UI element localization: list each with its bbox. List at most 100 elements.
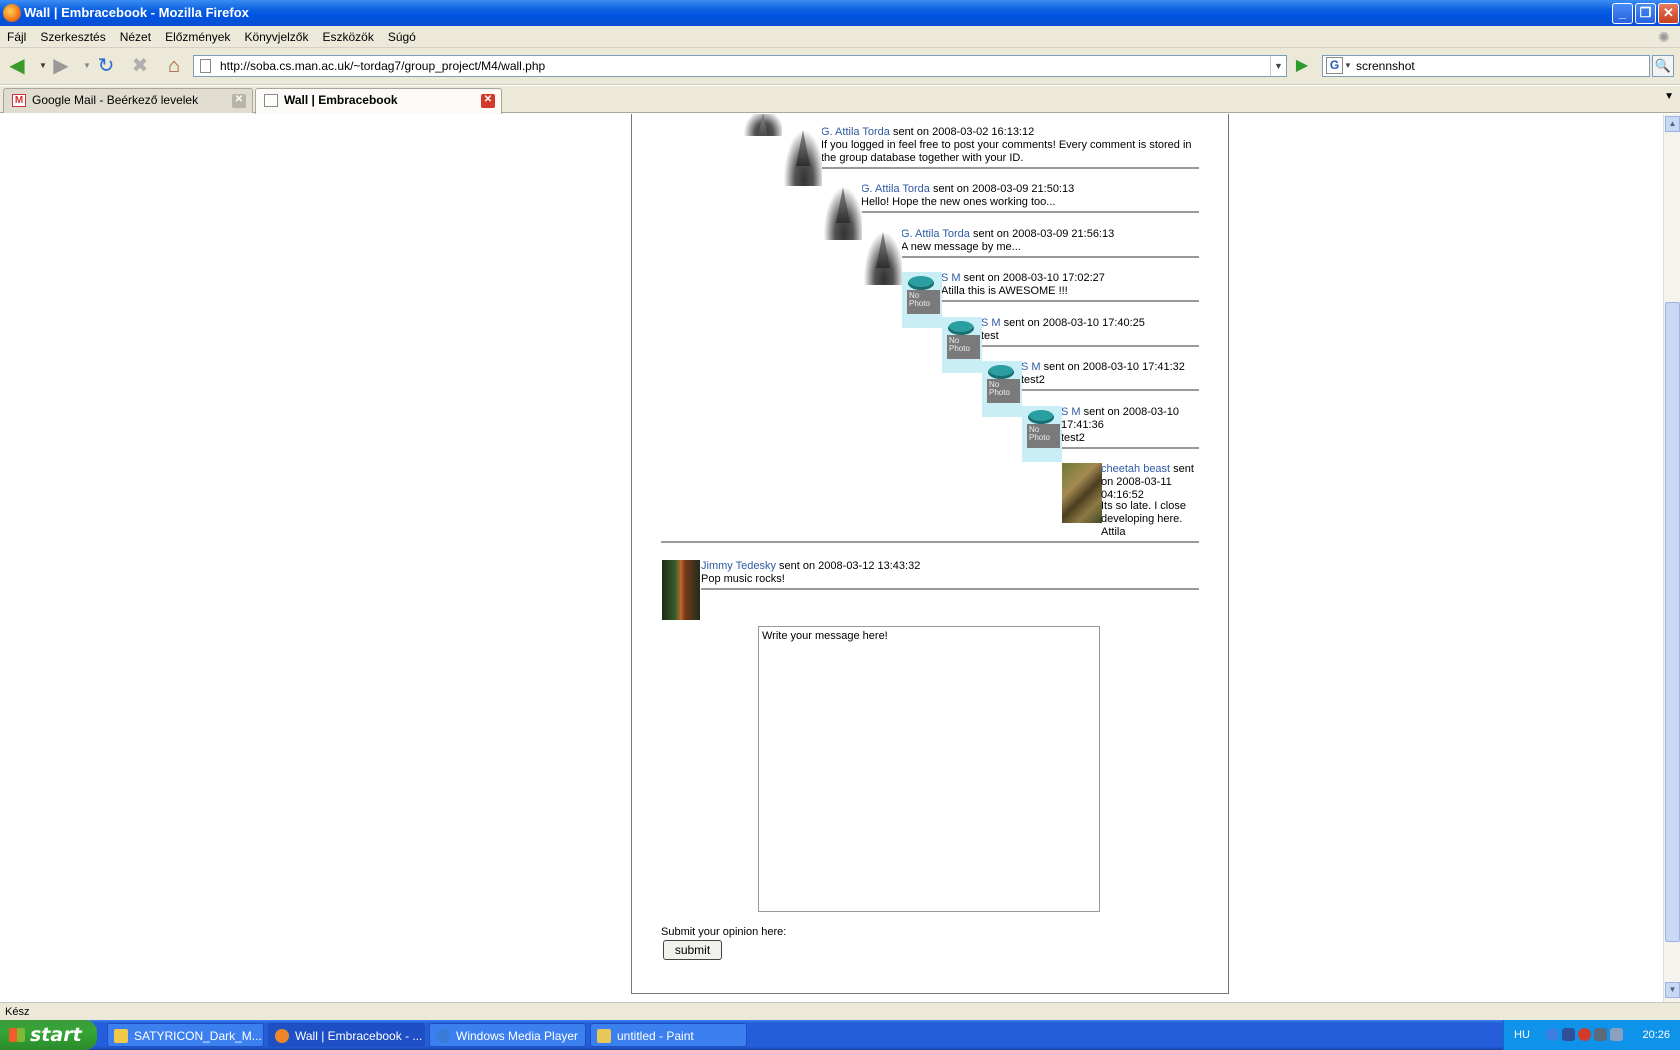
message-meta: sent on 2008-03-10 17:02:27 [960, 272, 1105, 284]
wall-message: cheetah beast sent on 2008-03-11 04:16:5… [1101, 463, 1199, 502]
gmail-icon: M [12, 94, 26, 107]
system-tray: HU 20:26 [1503, 1020, 1680, 1050]
page-content: G. Attila Torda sent on 2008-03-02 16:13… [0, 114, 1663, 1002]
author-link[interactable]: G. Attila Torda [821, 126, 890, 138]
message-text: test2 [1061, 432, 1085, 444]
message-meta: sent on 2008-03-10 17:41:32 [1040, 361, 1185, 373]
taskbar-item-paint[interactable]: untitled - Paint [590, 1023, 747, 1047]
minimize-button[interactable]: _ [1612, 3, 1633, 24]
scroll-down-icon[interactable]: ▼ [1665, 982, 1680, 998]
tab-list-dropdown-icon[interactable]: ▼ [1664, 91, 1674, 102]
menu-edit[interactable]: Szerkesztés [33, 26, 112, 48]
menu-history[interactable]: Előzmények [158, 26, 237, 48]
task-label: SATYRICON_Dark_M... [134, 1029, 262, 1043]
author-link[interactable]: S M [1061, 406, 1081, 418]
message-meta: sent on 2008-03-10 17:40:25 [1000, 317, 1145, 329]
scroll-thumb[interactable] [1665, 302, 1680, 942]
wall-message: S M sent on 2008-03-10 17:41:36 test2 [1061, 406, 1199, 449]
page-icon [264, 94, 278, 107]
start-button[interactable]: start [0, 1020, 97, 1050]
message-text: test [981, 330, 999, 342]
media-player-icon [436, 1029, 450, 1043]
network-icon[interactable] [1562, 1028, 1575, 1041]
avatar [822, 183, 862, 240]
search-engine-dropdown-icon[interactable]: ▼ [1344, 56, 1352, 76]
tab-wall-embracebook[interactable]: Wall | Embracebook ✕ [255, 88, 502, 114]
author-link[interactable]: G. Attila Torda [901, 228, 970, 240]
no-photo-label: No Photo [907, 290, 940, 314]
go-arrow-icon[interactable]: ▶ [1292, 56, 1312, 76]
menu-view[interactable]: Nézet [113, 26, 158, 48]
status-bar: Kész [0, 1002, 1680, 1020]
clock: 20:26 [1642, 1029, 1670, 1041]
author-link[interactable]: S M [1021, 361, 1041, 373]
search-input[interactable]: scrennshot [1356, 59, 1415, 73]
volume-icon[interactable] [1610, 1028, 1623, 1041]
avatar [662, 560, 700, 620]
stop-icon[interactable]: ✖ [127, 53, 153, 79]
message-text: Hello! Hope the new ones working too... [861, 196, 1056, 208]
folder-icon [114, 1029, 128, 1043]
search-engine-icon[interactable]: G [1326, 57, 1343, 74]
language-indicator[interactable]: HU [1514, 1020, 1530, 1050]
submit-label: Submit your opinion here: [661, 926, 787, 938]
wall-message-body: Its so late. I close developing here. At… [661, 500, 1199, 543]
security-icon[interactable] [1578, 1028, 1591, 1041]
tray-expand-icon[interactable] [1546, 1028, 1559, 1041]
no-photo-label: No Photo [987, 379, 1020, 403]
menu-file[interactable]: Fájl [0, 26, 33, 48]
menu-bookmarks[interactable]: Könyvjelzők [237, 26, 315, 48]
home-icon[interactable]: ⌂ [161, 53, 187, 79]
wall-message: Jimmy Tedesky sent on 2008-03-12 13:43:3… [701, 560, 1199, 590]
page-icon [200, 59, 211, 73]
reload-icon[interactable]: ↻ [93, 53, 119, 79]
tab-bar: M Google Mail - Beérkező levelek ✕ Wall … [0, 86, 1680, 114]
back-arrow-icon[interactable]: ◀ [4, 53, 30, 79]
author-link[interactable]: S M [941, 272, 961, 284]
avatar: No Photo [942, 317, 982, 373]
message-meta: sent on 2008-03-02 16:13:12 [889, 126, 1035, 138]
message-text: test2 [1021, 374, 1045, 386]
author-link[interactable]: S M [981, 317, 1001, 329]
scroll-up-icon[interactable]: ▲ [1665, 116, 1680, 132]
no-photo-label: No Photo [1027, 424, 1060, 448]
restore-button[interactable]: ❐ [1635, 3, 1656, 24]
wall-message: S M sent on 2008-03-10 17:40:25 test [981, 317, 1199, 347]
window-title-bar[interactable]: Wall | Embracebook - Mozilla Firefox _ ❐… [0, 0, 1680, 26]
avatar [782, 126, 822, 186]
address-bar[interactable]: http://soba.cs.man.ac.uk/~tordag7/group_… [193, 55, 1287, 77]
avatar [742, 114, 782, 136]
menu-tools[interactable]: Eszközök [315, 26, 380, 48]
start-label: start [30, 1024, 82, 1046]
url-text[interactable]: http://soba.cs.man.ac.uk/~tordag7/group_… [220, 59, 545, 73]
vertical-scrollbar[interactable]: ▲ ▼ [1663, 114, 1680, 1002]
search-icon[interactable]: 🔍 [1652, 55, 1674, 77]
author-link[interactable]: cheetah beast [1101, 463, 1170, 475]
tab-label: Google Mail - Beérkező levelek [32, 93, 199, 107]
close-button[interactable]: ✕ [1658, 3, 1679, 24]
firefox-icon [3, 4, 21, 22]
url-dropdown-icon[interactable]: ▼ [1270, 56, 1286, 76]
avatar: No Photo [982, 361, 1022, 417]
tab-close-icon[interactable]: ✕ [481, 94, 495, 108]
tab-label: Wall | Embracebook [284, 93, 398, 107]
message-textarea[interactable]: Write your message here! [758, 626, 1100, 912]
taskbar-item-folder[interactable]: SATYRICON_Dark_M... [107, 1023, 264, 1047]
taskbar-item-media-player[interactable]: Windows Media Player [429, 1023, 586, 1047]
display-icon[interactable] [1594, 1028, 1607, 1041]
task-label: Wall | Embracebook - ... [295, 1029, 423, 1043]
message-text: Atilla this is AWESOME !!! [941, 285, 1068, 297]
tab-gmail[interactable]: M Google Mail - Beérkező levelek ✕ [3, 88, 253, 113]
menu-help[interactable]: Súgó [381, 26, 423, 48]
submit-button[interactable]: submit [663, 940, 722, 960]
wall-message: S M sent on 2008-03-10 17:41:32 test2 [1021, 361, 1199, 391]
forward-arrow-icon[interactable]: ▶ [48, 53, 74, 79]
search-box[interactable]: G ▼ scrennshot [1322, 55, 1650, 77]
tab-close-icon[interactable]: ✕ [232, 94, 246, 108]
author-link[interactable]: Jimmy Tedesky [701, 560, 776, 572]
message-meta: sent on 2008-03-09 21:50:13 [929, 183, 1075, 195]
taskbar-item-firefox[interactable]: Wall | Embracebook - ... [268, 1023, 425, 1047]
navigation-toolbar: ◀ ▼ ▶ ▼ ↻ ✖ ⌂ http://soba.cs.man.ac.uk/~… [0, 48, 1680, 85]
wall-message: G. Attila Torda sent on 2008-03-02 16:13… [821, 126, 1199, 169]
author-link[interactable]: G. Attila Torda [861, 183, 930, 195]
